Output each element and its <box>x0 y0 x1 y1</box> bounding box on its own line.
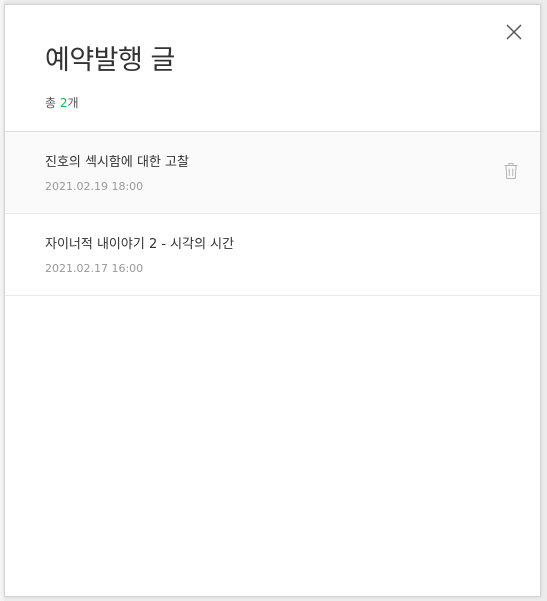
scheduled-posts-panel: 예약발행 글 총 2개 진호의 섹시함에 대한 고찰 2021.02.19 18… <box>4 4 541 597</box>
delete-button[interactable] <box>504 162 518 180</box>
count-suffix: 개 <box>67 96 79 110</box>
list-item[interactable]: 진호의 섹시함에 대한 고찰 2021.02.19 18:00 <box>5 132 540 214</box>
count-prefix: 총 <box>45 96 60 110</box>
close-icon <box>506 24 522 40</box>
list-item[interactable]: 자이너적 내이야기 2 - 시각의 시간 2021.02.17 16:00 <box>5 214 540 296</box>
post-title[interactable]: 진호의 섹시함에 대한 고찰 <box>45 154 189 172</box>
post-count: 총 2개 <box>45 94 79 112</box>
post-date: 2021.02.17 16:00 <box>45 262 144 275</box>
panel-title: 예약발행 글 <box>45 45 175 76</box>
close-button[interactable] <box>502 20 526 44</box>
scheduled-post-list: 진호의 섹시함에 대한 고찰 2021.02.19 18:00 자이너적 내이야… <box>5 131 540 296</box>
post-date: 2021.02.19 18:00 <box>45 180 144 193</box>
count-value: 2 <box>59 96 68 110</box>
trash-icon <box>504 163 518 179</box>
post-title[interactable]: 자이너적 내이야기 2 - 시각의 시간 <box>45 236 234 254</box>
